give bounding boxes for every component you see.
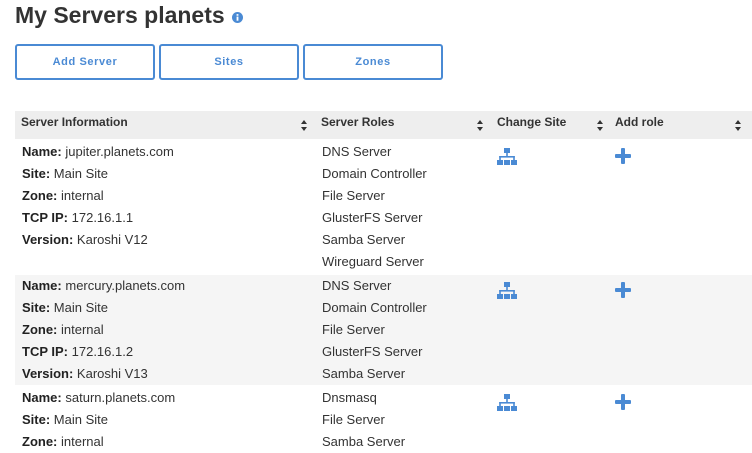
site-label: Site: [22,412,51,427]
site-label: Site: [22,300,51,315]
server-version: Karoshi V12 [76,232,148,247]
info-circle-icon[interactable] [231,11,243,23]
zone-label: Zone: [22,188,58,203]
role-item: File Server [322,412,385,427]
server-ip: 172.16.1.1 [71,210,134,225]
role-item: DNS Server [322,278,392,293]
zone-label: Zone: [22,322,58,337]
server-site: Main Site [53,412,108,427]
server-roles-cell: DNS Server Domain Controller File Server… [322,141,427,273]
column-header-add-role[interactable]: Add role [615,115,664,129]
table-row: Name: saturn.planets.com Site: Main Site… [15,387,752,452]
server-site: Main Site [53,166,108,181]
column-header-server-information[interactable]: Server Information [21,115,128,129]
plus-icon[interactable] [615,282,631,298]
server-info-cell: Name: mercury.planets.com Site: Main Sit… [22,275,185,385]
zones-button[interactable]: Zones [303,44,443,80]
plus-icon[interactable] [615,394,631,410]
role-item: Samba Server [322,232,406,247]
server-zone: internal [61,434,104,449]
sort-icon[interactable] [477,120,483,131]
name-label: Name: [22,390,62,405]
role-item: Domain Controller [322,300,427,315]
role-item: Wireguard Server [322,254,424,269]
tcp-ip-label: TCP IP: [22,344,68,359]
page-title: My Servers planets [15,1,225,28]
version-label: Version: [22,366,74,381]
table-header: Server Information Server Roles Change S… [15,111,752,139]
server-zone: internal [61,188,104,203]
sitemap-icon[interactable] [497,148,517,166]
server-version: Karoshi V13 [76,366,148,381]
table-row: Name: jupiter.planets.com Site: Main Sit… [15,141,752,273]
role-item: Samba Server [322,366,406,381]
tcp-ip-label: TCP IP: [22,210,68,225]
sitemap-icon[interactable] [497,282,517,300]
role-item: Dnsmasq [322,390,377,405]
server-name: jupiter.planets.com [65,144,174,159]
role-item: GlusterFS Server [322,210,423,225]
role-item: File Server [322,188,385,203]
role-item: File Server [322,322,385,337]
name-label: Name: [22,278,62,293]
server-roles-cell: DNS Server Domain Controller File Server… [322,275,427,385]
page-header: My Servers planets [15,1,243,29]
sort-icon[interactable] [597,120,603,131]
sites-button[interactable]: Sites [159,44,299,80]
sort-icon[interactable] [735,120,741,131]
server-roles-cell: Dnsmasq File Server Samba Server [322,387,405,453]
column-header-server-roles[interactable]: Server Roles [321,115,394,129]
sitemap-icon[interactable] [497,394,517,412]
server-ip: 172.16.1.2 [71,344,134,359]
name-label: Name: [22,144,62,159]
server-info-cell: Name: saturn.planets.com Site: Main Site… [22,387,175,453]
role-item: Domain Controller [322,166,427,181]
table-row: Name: mercury.planets.com Site: Main Sit… [15,275,752,385]
role-item: GlusterFS Server [322,344,423,359]
server-name: saturn.planets.com [65,390,176,405]
server-zone: internal [61,322,104,337]
site-label: Site: [22,166,51,181]
server-info-cell: Name: jupiter.planets.com Site: Main Sit… [22,141,174,251]
server-name: mercury.planets.com [65,278,186,293]
sort-icon[interactable] [301,120,307,131]
role-item: DNS Server [322,144,392,159]
server-site: Main Site [53,300,108,315]
plus-icon[interactable] [615,148,631,164]
role-item: Samba Server [322,434,406,449]
column-header-change-site[interactable]: Change Site [497,115,566,129]
zone-label: Zone: [22,434,58,449]
version-label: Version: [22,232,74,247]
add-server-button[interactable]: Add Server [15,44,155,80]
